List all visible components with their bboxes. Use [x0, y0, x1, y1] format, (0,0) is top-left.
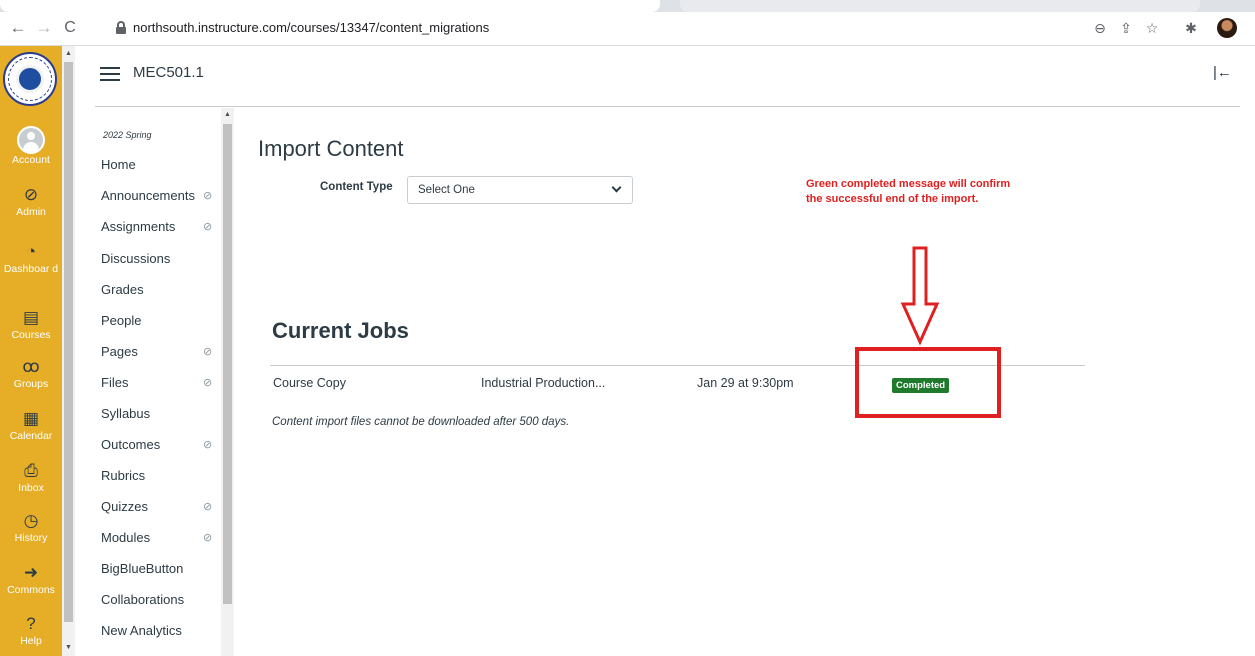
inbox-icon: ⎙	[24, 461, 38, 480]
content-type-label: Content Type	[320, 181, 393, 193]
calendar-icon: ▦	[22, 409, 40, 428]
browser-tab-active[interactable]	[0, 0, 660, 12]
global-nav-dashboard[interactable]: ◔ Dashboar d	[0, 241, 62, 276]
hamburger-menu-icon[interactable]	[100, 67, 120, 81]
content-type-value: Select One	[418, 184, 475, 196]
hidden-eye-icon: ⊘	[203, 190, 213, 202]
global-nav-history[interactable]: ◷ History	[0, 510, 62, 545]
url-text: northsouth.instructure.com/courses/13347…	[133, 20, 490, 35]
job-type: Course Copy	[273, 376, 346, 390]
annotation-arrow	[900, 246, 940, 346]
job-date: Jan 29 at 9:30pm	[697, 376, 794, 390]
profile-avatar[interactable]	[1217, 18, 1237, 38]
content-type-select[interactable]: Select One	[407, 176, 633, 204]
import-note: Content import files cannot be downloade…	[272, 416, 570, 428]
hidden-eye-icon: ⊘	[203, 346, 213, 358]
global-nav-courses[interactable]: ▤ Courses	[0, 307, 62, 342]
page-title: Import Content	[258, 136, 404, 161]
browser-tab-strip	[0, 0, 1255, 12]
course-nav-item-assignments[interactable]: Assignments	[101, 219, 175, 234]
course-nav-item-collaborations[interactable]: Collaborations	[101, 592, 184, 607]
reload-icon[interactable]: C	[58, 16, 82, 40]
browser-toolbar: ← → C northsouth.instructure.com/courses…	[0, 12, 1255, 46]
course-nav-item-syllabus[interactable]: Syllabus	[101, 406, 150, 421]
global-nav-admin[interactable]: ⊘ Admin	[0, 184, 62, 219]
global-nav-commons[interactable]: ➜ Commons	[0, 562, 62, 597]
clock-icon: ◷	[23, 511, 39, 530]
collapse-panel-icon[interactable]: |←	[1213, 64, 1232, 81]
account-avatar-icon	[17, 126, 45, 154]
commons-arrow-icon: ➜	[23, 563, 39, 582]
book-icon: ▤	[22, 308, 40, 327]
help-icon: ?	[26, 614, 36, 633]
scrollbar-thumb[interactable]	[223, 124, 232, 604]
global-nav-help[interactable]: ? Help	[0, 613, 62, 648]
forward-icon[interactable]: →	[32, 16, 56, 40]
course-nav-item-quizzes[interactable]: Quizzes	[101, 499, 148, 514]
bookmark-star-icon[interactable]: ☆	[1141, 17, 1163, 39]
global-nav-calendar[interactable]: ▦ Calendar	[0, 408, 62, 443]
course-nav-item-discussions[interactable]: Discussions	[101, 251, 170, 266]
course-nav-item-outcomes[interactable]: Outcomes	[101, 437, 160, 452]
groups-icon: ꝏ	[22, 357, 40, 376]
address-bar[interactable]: northsouth.instructure.com/courses/13347…	[108, 15, 1248, 43]
shield-icon: ⊘	[23, 185, 39, 204]
course-nav-scrollbar[interactable]: ▲	[221, 108, 234, 656]
hidden-eye-icon: ⊘	[203, 532, 213, 544]
course-nav-item-files[interactable]: Files	[101, 375, 128, 390]
global-nav-inbox[interactable]: ⎙ Inbox	[0, 460, 62, 495]
annotation-text: Green completed message will confirm the…	[806, 178, 1011, 205]
back-icon[interactable]: ←	[6, 16, 30, 40]
annotation-highlight-box	[855, 347, 1001, 418]
course-nav-item-home[interactable]: Home	[101, 157, 136, 172]
course-nav-item-bigbluebutton[interactable]: BigBlueButton	[101, 561, 183, 576]
dashboard-gauge-icon: ◔	[25, 242, 37, 261]
zoom-icon[interactable]: ⊖	[1089, 17, 1111, 39]
course-term: 2022 Spring	[103, 130, 152, 140]
university-logo[interactable]	[3, 52, 57, 106]
share-icon[interactable]: ⇪	[1115, 17, 1137, 39]
course-nav-item-pages[interactable]: Pages	[101, 344, 138, 359]
hidden-eye-icon: ⊘	[203, 501, 213, 513]
hidden-eye-icon: ⊘	[203, 439, 213, 451]
global-nav: Account ⊘ Admin ◔ Dashboar d ▤ Courses ꝏ…	[0, 46, 62, 656]
breadcrumb[interactable]: MEC501.1	[133, 64, 204, 81]
course-nav-item-modules[interactable]: Modules	[101, 530, 150, 545]
lock-icon	[116, 21, 126, 34]
global-nav-account[interactable]: Account	[0, 126, 62, 167]
global-nav-groups[interactable]: ꝏ Groups	[0, 356, 62, 391]
scrollbar-thumb[interactable]	[64, 62, 73, 622]
global-nav-scrollbar[interactable]: ▲ ▼	[62, 46, 75, 656]
chevron-down-icon	[611, 182, 622, 193]
hidden-eye-icon: ⊘	[203, 221, 213, 233]
header-divider	[95, 106, 1240, 107]
hidden-eye-icon: ⊘	[203, 377, 213, 389]
extensions-puzzle-icon[interactable]: ✱	[1180, 17, 1202, 39]
course-nav-item-grades[interactable]: Grades	[101, 282, 144, 297]
course-nav-item-rubrics[interactable]: Rubrics	[101, 468, 145, 483]
course-nav-item-new-analytics[interactable]: New Analytics	[101, 623, 182, 638]
browser-tab[interactable]	[680, 0, 1200, 12]
job-source: Industrial Production...	[481, 376, 606, 390]
current-jobs-heading: Current Jobs	[272, 318, 409, 343]
course-nav-item-announcements[interactable]: Announcements	[101, 188, 195, 203]
course-nav-item-people[interactable]: People	[101, 313, 141, 328]
